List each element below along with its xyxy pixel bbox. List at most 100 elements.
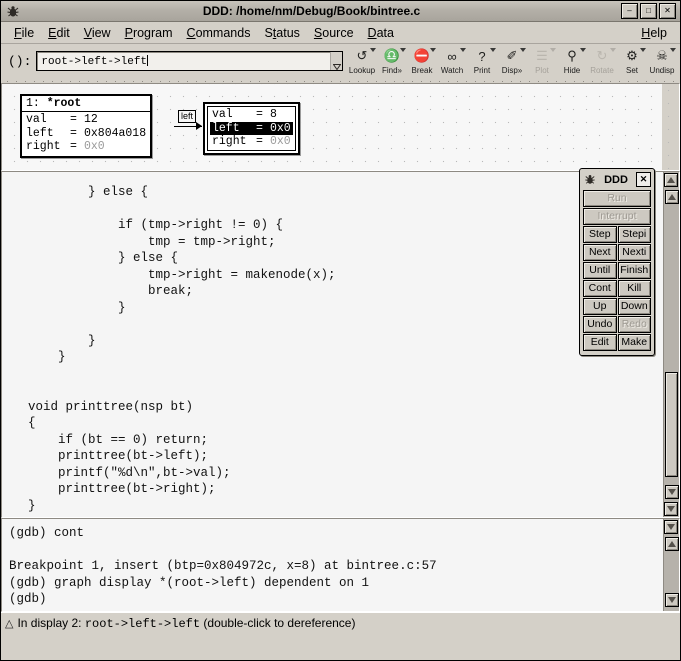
toolbar-set-button[interactable]: ⚙Set (617, 48, 647, 75)
window-titlebar: DDD: /home/nm/Debug/Book/bintree.c – □ ✕ (1, 1, 680, 22)
toolbar-undisp-button[interactable]: ☠Undisp (647, 48, 677, 75)
toolbar-menu-triangle-icon[interactable] (550, 48, 556, 52)
toolbar-menu-triangle-icon[interactable] (610, 48, 616, 52)
toolbar-button-label: Lookup (349, 66, 375, 75)
command-stepi-button[interactable]: Stepi (618, 226, 652, 243)
menu-program[interactable]: Program (118, 24, 180, 42)
text-caret (147, 55, 148, 66)
toolbar-hide-button[interactable]: ⚲Hide (557, 48, 587, 75)
edge-arrowhead (196, 122, 202, 130)
menu-view[interactable]: View (77, 24, 118, 42)
display-field-row[interactable]: val = 8 (210, 108, 293, 122)
source-vertical-scrollbar[interactable] (663, 172, 679, 517)
maximize-button[interactable]: □ (640, 3, 657, 19)
command-finish-button[interactable]: Finish (618, 262, 652, 279)
command-up-button[interactable]: Up (583, 298, 617, 315)
field-name: left (212, 122, 256, 136)
toolbar-menu-triangle-icon[interactable] (400, 48, 406, 52)
display-field-row[interactable]: left = 0x804a018 (24, 127, 148, 141)
scroll-down-icon[interactable] (665, 593, 679, 607)
toolbar-button-label: Set (626, 66, 638, 75)
toolbar-find-button[interactable]: ♎Find» (377, 48, 407, 75)
display-field-row[interactable]: right = 0x0 (24, 140, 148, 154)
toolbar-menu-triangle-icon[interactable] (490, 48, 496, 52)
scroll-down-icon[interactable] (665, 485, 679, 499)
menu-source[interactable]: Source (307, 24, 361, 42)
source-panel-sash-top[interactable] (664, 173, 678, 187)
gdb-panel-sash-top[interactable] (664, 520, 678, 534)
command-run-button: Run (583, 190, 651, 207)
display-field-row-selected[interactable]: left = 0x0 (210, 122, 293, 136)
menu-file-rest: ile (22, 26, 35, 40)
scroll-up-icon[interactable] (665, 537, 679, 551)
field-name: val (212, 108, 256, 122)
source-code-text: } else { if (tmp->right != 0) { tmp = tm… (2, 172, 679, 514)
statusbar-message: In display 2: root->left->left (double-c… (17, 616, 355, 631)
command-next-button[interactable]: Next (583, 244, 617, 261)
command-window-titlebar[interactable]: DDD ✕ (583, 172, 651, 187)
display-node-root-left[interactable]: val = 8 left = 0x0 right = 0x0 (203, 102, 300, 155)
minimize-button[interactable]: – (621, 3, 638, 19)
argument-input[interactable]: root->left->left (37, 55, 330, 68)
scroll-up-icon[interactable] (665, 190, 679, 204)
display-field-row[interactable]: right = 0x0 (210, 135, 293, 149)
menu-data[interactable]: Data (361, 24, 401, 42)
command-window-title: DDD (596, 174, 636, 186)
toolbar-menu-triangle-icon[interactable] (460, 48, 466, 52)
toolbar-break-button[interactable]: ⛔Break (407, 48, 437, 75)
menu-program-rest: rogram (133, 26, 173, 40)
toolbar-menu-triangle-icon[interactable] (580, 48, 586, 52)
menu-help-rest: elp (650, 26, 667, 40)
toolbar-menu-triangle-icon[interactable] (640, 48, 646, 52)
close-button[interactable]: ✕ (659, 3, 676, 19)
field-value: 0x0 (270, 122, 291, 136)
toolbar-rotate-button: ↻Rotate (587, 48, 617, 75)
chevron-down-icon[interactable] (330, 52, 342, 70)
bug-icon (583, 174, 596, 185)
statusbar-prefix: In display 2: (17, 616, 84, 630)
toolbar-watch-button[interactable]: ∞Watch (437, 48, 467, 75)
field-value: 0x804a018 (84, 127, 146, 141)
argument-input-value: root->left->left (41, 56, 147, 68)
display-node-fields: val = 8 left = 0x0 right = 0x0 (207, 106, 296, 151)
argument-field-wrapper[interactable]: root->left->left (36, 51, 343, 71)
menu-view-rest: iew (92, 26, 111, 40)
command-down-button[interactable]: Down (618, 298, 652, 315)
menu-status[interactable]: Status (257, 24, 306, 42)
toolbar-menu-triangle-icon[interactable] (670, 48, 676, 52)
argument-field-label: (): (4, 54, 36, 69)
data-display-area[interactable]: 1: *root val = 12 left = 0x804a018 right… (1, 83, 680, 171)
command-make-button[interactable]: Make (618, 334, 652, 351)
command-cont-button[interactable]: Cont (583, 280, 617, 297)
toolbar-button-label: Print (474, 66, 490, 75)
command-undo-button[interactable]: Undo (583, 316, 617, 333)
gdb-console-area[interactable]: (gdb) cont Breakpoint 1, insert (btp=0x8… (1, 518, 680, 612)
menu-file[interactable]: File (7, 24, 41, 42)
command-edit-button[interactable]: Edit (583, 334, 617, 351)
statusbar-suffix: (double-click to dereference) (200, 616, 355, 630)
command-nexti-button[interactable]: Nexti (618, 244, 652, 261)
display-node-expression: *root (47, 97, 82, 110)
scrollbar-thumb[interactable] (665, 372, 678, 477)
command-until-button[interactable]: Until (583, 262, 617, 279)
toolbar-menu-triangle-icon[interactable] (430, 48, 436, 52)
command-kill-button[interactable]: Kill (618, 280, 652, 297)
source-panel-sash-bottom[interactable] (664, 502, 678, 516)
command-window-close-button[interactable]: ✕ (636, 172, 651, 187)
display-field-row[interactable]: val = 12 (24, 113, 148, 127)
toolbar-menu-triangle-icon[interactable] (520, 48, 526, 52)
ddd-command-tool-window[interactable]: DDD ✕ RunInterruptStepStepiNextNextiUnti… (579, 168, 655, 356)
toolbar-disp-button[interactable]: ✐Disp» (497, 48, 527, 75)
statusbar-expression: root->left->left (85, 617, 200, 631)
toolbar-print-button[interactable]: ?Print (467, 48, 497, 75)
display-node-fields: val = 12 left = 0x804a018 right = 0x0 (22, 112, 150, 156)
field-value: 12 (84, 113, 98, 127)
menu-edit[interactable]: Edit (41, 24, 77, 42)
toolbar-menu-triangle-icon[interactable] (370, 48, 376, 52)
display-node-root[interactable]: 1: *root val = 12 left = 0x804a018 right… (20, 94, 152, 158)
command-step-button[interactable]: Step (583, 226, 617, 243)
toolbar-lookup-button[interactable]: ↺Lookup (347, 48, 377, 75)
menu-help[interactable]: Help (634, 24, 674, 42)
menu-commands[interactable]: Commands (180, 24, 258, 42)
field-operator: = (256, 108, 270, 122)
